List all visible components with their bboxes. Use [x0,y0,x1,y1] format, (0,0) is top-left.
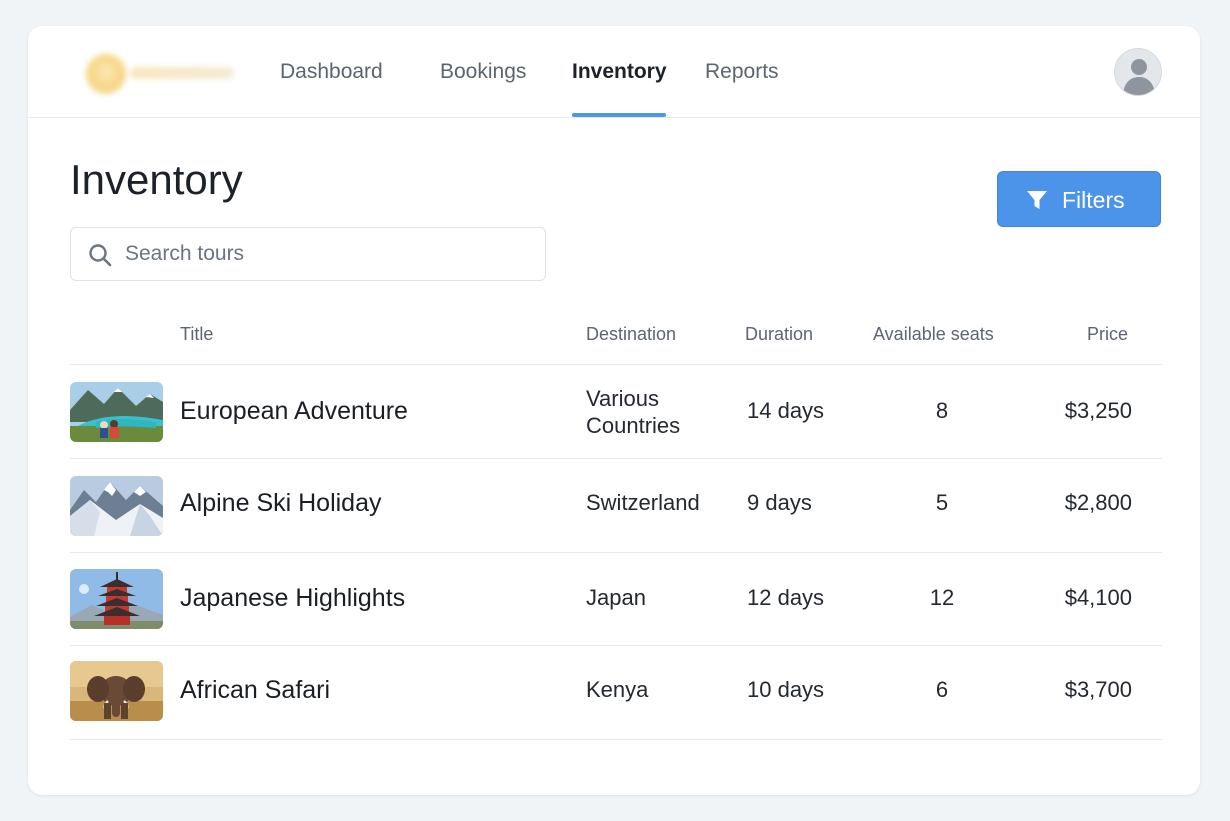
tour-duration: 9 days [747,490,812,515]
tour-title[interactable]: European Adventure [180,397,408,426]
active-tab-indicator [572,113,666,117]
table-row[interactable]: Japanese Highlights Japan 12 days 12 $4,… [70,553,1162,647]
tour-seats: 5 [935,490,949,515]
tour-destination: Switzerland [586,490,700,515]
snowy-mountains-image [70,476,163,536]
tour-price: $4,100 [1064,585,1132,610]
brand-logo[interactable] [82,50,242,96]
search-icon [89,244,112,267]
column-header-seats[interactable]: Available seats [873,324,994,345]
top-nav: Dashboard Bookings Inventory Reports [28,26,1200,118]
tour-duration: 10 days [747,677,825,702]
lake-mountains-image [70,382,163,442]
tour-title[interactable]: Japanese Highlights [180,584,405,613]
tour-destination: Various Countries [586,386,681,438]
search-input[interactable] [125,228,535,280]
pagoda-image [70,569,163,629]
tour-price: $3,250 [1064,398,1132,423]
filters-button[interactable]: Filters [997,171,1161,227]
table-row[interactable]: African Safari Kenya 10 days 6 $3,700 [70,646,1162,740]
filter-funnel-icon [1027,191,1047,209]
tour-title[interactable]: African Safari [180,676,330,705]
main-card: Dashboard Bookings Inventory Reports Inv… [28,26,1200,795]
logo-mark-icon [86,54,126,94]
column-header-duration[interactable]: Duration [745,324,813,345]
column-header-destination[interactable]: Destination [586,324,676,345]
user-avatar[interactable] [1114,48,1162,96]
tour-seats: 6 [935,677,949,702]
tour-price: $3,700 [1064,677,1132,702]
column-header-price[interactable]: Price [1087,324,1128,345]
table-row[interactable]: European Adventure Various Countries 14 … [70,365,1162,459]
nav-reports[interactable]: Reports [705,60,779,84]
user-silhouette-icon [1123,59,1155,95]
row-divider [70,739,1162,740]
nav-inventory[interactable]: Inventory [572,60,667,84]
tour-destination: Kenya [586,677,649,702]
nav-dashboard[interactable]: Dashboard [280,60,383,84]
page-title: Inventory [70,156,243,203]
column-header-title[interactable]: Title [180,324,213,345]
tour-duration: 14 days [747,398,825,423]
elephant-image [70,661,163,721]
search-box[interactable] [70,227,546,281]
tour-price: $2,800 [1064,490,1132,515]
tour-seats: 8 [935,398,949,423]
tour-destination: Japan [586,585,646,610]
logo-wordmark [130,67,234,79]
tour-title[interactable]: Alpine Ski Holiday [180,489,382,518]
table-row[interactable]: Alpine Ski Holiday Switzerland 9 days 5 … [70,459,1162,553]
tour-duration: 12 days [747,585,825,610]
tour-seats: 12 [929,585,955,610]
nav-bookings[interactable]: Bookings [440,60,526,84]
filters-button-label: Filters [1062,187,1125,213]
